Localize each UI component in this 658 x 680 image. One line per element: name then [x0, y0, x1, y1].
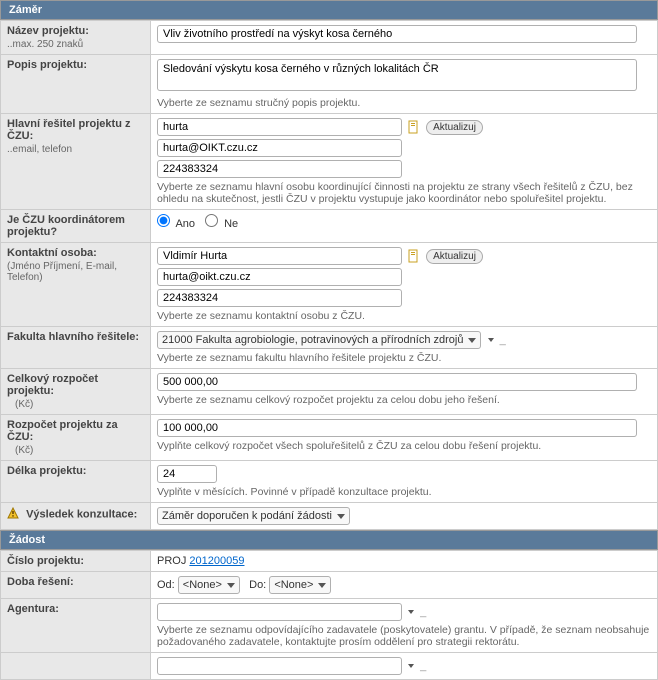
label-resitel-sub: ..email, telefon — [7, 144, 144, 155]
kontakt-tel-input[interactable] — [157, 289, 402, 307]
radio-ano[interactable] — [157, 214, 170, 227]
do-label: Do: — [249, 579, 266, 591]
aktualizuj-button-1[interactable]: Aktualizuj — [426, 120, 483, 135]
zamer-table: Název projektu: ..max. 250 znaků Popis p… — [0, 20, 658, 530]
radio-ano-wrap[interactable]: Ano — [157, 214, 195, 230]
doc-icon-2[interactable] — [408, 249, 420, 263]
label-rozpocet-czu-kc: (Kč) — [7, 445, 144, 456]
od-value: <None> — [183, 579, 222, 591]
popis-textarea[interactable]: Sledování výskytu kosa černého v různých… — [157, 59, 637, 91]
section-zamer-header: Záměr — [0, 0, 658, 20]
label-vysledek: Výsledek konzultace: — [1, 503, 151, 530]
chevron-down-icon-2 — [337, 514, 345, 519]
cislo-link[interactable]: 201200059 — [189, 555, 244, 567]
label-fakulta-text: Fakulta hlavního řešitele: — [7, 331, 139, 343]
delka-input[interactable] — [157, 465, 217, 483]
label-koordinator-text: Je ČZU koordinátorem projektu? — [7, 214, 125, 238]
chevron-down-icon-4 — [318, 583, 326, 588]
label-cislo-text: Číslo projektu: — [7, 555, 84, 567]
label-celkovy-kc: (Kč) — [7, 399, 144, 410]
label-rozpocet-czu-text: Rozpočet projektu za ČZU: — [7, 419, 118, 443]
reset-link-2[interactable]: _ — [417, 606, 426, 618]
resitel-email-input[interactable] — [157, 139, 402, 157]
label-popis-text: Popis projektu: — [7, 59, 87, 71]
reset-link[interactable]: _ — [497, 334, 506, 346]
label-koordinator: Je ČZU koordinátorem projektu? — [1, 210, 151, 243]
radio-ne-label: Ne — [224, 218, 238, 230]
label-nazev-sub: ..max. 250 znaků — [7, 39, 144, 50]
label-nazev: Název projektu: ..max. 250 znaků — [1, 21, 151, 55]
label-popis: Popis projektu: — [1, 55, 151, 114]
chevron-down-icon-3 — [227, 583, 235, 588]
chevron-down-icon-ext[interactable] — [488, 338, 494, 342]
popis-hint: Vyberte ze seznamu stručný popis projekt… — [157, 97, 651, 109]
rozpocet-czu-input[interactable] — [157, 419, 637, 437]
od-dropdown[interactable]: <None> — [178, 576, 240, 594]
resitel-hint: Vyberte ze seznamu hlavní osobu koordinu… — [157, 181, 651, 205]
delka-hint: Vyplňte v měsících. Povinné v případě ko… — [157, 486, 651, 498]
label-agentura: Agentura: — [1, 599, 151, 653]
resitel-tel-input[interactable] — [157, 160, 402, 178]
radio-ne[interactable] — [205, 214, 218, 227]
kontakt-email-input[interactable] — [157, 268, 402, 286]
resitel-name-input[interactable] — [157, 118, 402, 136]
od-label: Od: — [157, 579, 175, 591]
label-nazev-text: Název projektu: — [7, 25, 89, 37]
fakulta-value: 21000 Fakulta agrobiologie, potravinovýc… — [162, 334, 463, 346]
agentura-hint: Vyberte ze seznamu odpovídajícího zadava… — [157, 624, 651, 648]
extra-input[interactable] — [157, 657, 402, 675]
do-dropdown[interactable]: <None> — [269, 576, 331, 594]
reset-link-3[interactable]: _ — [417, 660, 426, 672]
label-delka: Délka projektu: — [1, 461, 151, 503]
zadost-table: Číslo projektu: PROJ 201200059 Doba řeše… — [0, 550, 658, 680]
doc-icon[interactable] — [408, 120, 420, 134]
label-vysledek-text: Výsledek konzultace: — [26, 508, 137, 520]
radio-ne-wrap[interactable]: Ne — [205, 214, 238, 230]
vysledek-value: Záměr doporučen k podání žádosti — [162, 510, 332, 522]
section-zadost-header: Žádost — [0, 530, 658, 550]
rozpocet-czu-hint: Vyplňte celkový rozpočet všech spoluřeši… — [157, 440, 651, 452]
fakulta-hint: Vyberte ze seznamu fakultu hlavního řeši… — [157, 352, 651, 364]
kontakt-hint: Vyberte ze seznamu kontaktní osobu z ČZU… — [157, 310, 651, 322]
label-doba: Doba řešení: — [1, 572, 151, 599]
vysledek-dropdown[interactable]: Záměr doporučen k podání žádosti — [157, 507, 350, 525]
label-celkovy-text: Celkový rozpočet projektu: — [7, 373, 98, 397]
label-cislo: Číslo projektu: — [1, 551, 151, 572]
fakulta-dropdown[interactable]: 21000 Fakulta agrobiologie, potravinovýc… — [157, 331, 481, 349]
cislo-prefix: PROJ — [157, 555, 189, 567]
label-agentura-text: Agentura: — [7, 603, 59, 615]
chevron-down-icon-6[interactable] — [408, 664, 414, 668]
label-empty-row — [1, 653, 151, 680]
label-doba-text: Doba řešení: — [7, 576, 74, 588]
label-rozpocet-czu: Rozpočet projektu za ČZU: (Kč) — [1, 415, 151, 461]
warning-icon — [7, 507, 19, 522]
chevron-down-icon-5[interactable] — [408, 610, 414, 614]
nazev-input[interactable] — [157, 25, 637, 43]
celkovy-input[interactable] — [157, 373, 637, 391]
label-resitel: Hlavní řešitel projektu z ČZU: ..email, … — [1, 114, 151, 210]
label-resitel-text: Hlavní řešitel projektu z ČZU: — [7, 118, 130, 142]
label-kontakt: Kontaktní osoba: (Jméno Příjmení, E-mail… — [1, 243, 151, 327]
label-fakulta: Fakulta hlavního řešitele: — [1, 327, 151, 369]
celkovy-hint: Vyberte ze seznamu celkový rozpočet proj… — [157, 394, 651, 406]
label-kontakt-sub: (Jméno Příjmení, E-mail, Telefon) — [7, 261, 144, 283]
aktualizuj-button-2[interactable]: Aktualizuj — [426, 249, 483, 264]
radio-ano-label: Ano — [175, 218, 195, 230]
chevron-down-icon — [468, 338, 476, 343]
label-kontakt-text: Kontaktní osoba: — [7, 247, 97, 259]
do-value: <None> — [274, 579, 313, 591]
label-celkovy: Celkový rozpočet projektu: (Kč) — [1, 369, 151, 415]
label-delka-text: Délka projektu: — [7, 465, 86, 477]
kontakt-name-input[interactable] — [157, 247, 402, 265]
agentura-input[interactable] — [157, 603, 402, 621]
